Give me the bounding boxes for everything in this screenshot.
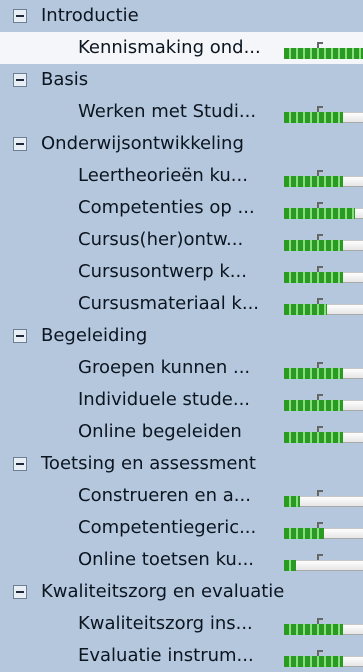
tree-item-label: Competenties op ... (78, 197, 255, 218)
progress-fill (284, 400, 344, 411)
tree-item-label: Construeren en a... (78, 485, 251, 506)
tree-item-row[interactable]: Individuele stude... (0, 384, 363, 416)
progress-fill (284, 240, 344, 251)
collapse-minus-icon[interactable] (13, 329, 27, 343)
tree-item-row[interactable]: Cursus(her)ontw... (0, 224, 363, 256)
tree-item-row[interactable]: Cursusontwerp k... (0, 256, 363, 288)
progress-marker-icon (317, 202, 323, 208)
progress-bar (284, 618, 363, 635)
tree-item-label: Cursusontwerp k... (78, 261, 247, 282)
tree-group-label: Basis (41, 69, 89, 90)
tree-item-row[interactable]: Kwaliteitszorg ins... (0, 608, 363, 640)
collapse-minus-icon[interactable] (13, 137, 27, 151)
tree-group-row[interactable]: Begeleiding (0, 320, 363, 352)
tree-group-row[interactable]: Kwaliteitszorg en evaluatie (0, 576, 363, 608)
tree-item-label: Cursus(her)ontw... (78, 229, 244, 250)
progress-marker-icon (317, 266, 323, 272)
tree-item-label: Individuele stude... (78, 389, 251, 410)
tree-item-row[interactable]: Competenties op ... (0, 192, 363, 224)
progress-fill (284, 272, 344, 283)
tree-item-row[interactable]: Construeren en a... (0, 480, 363, 512)
progress-fill (284, 656, 344, 667)
progress-fill (284, 432, 344, 443)
progress-bar (284, 202, 363, 219)
progress-marker-icon (317, 106, 323, 112)
progress-fill (284, 368, 344, 379)
progress-fill (284, 496, 300, 507)
tree-group-label: Onderwijsontwikkeling (41, 133, 244, 154)
progress-bar (284, 234, 363, 251)
course-tree: Introductie Kennismaking ond... Basis Werke… (0, 0, 363, 671)
progress-bar (284, 298, 363, 315)
tree-item-label: Competentiegeric... (78, 517, 257, 538)
tree-item-row[interactable]: Kennismaking ond... (0, 32, 363, 64)
collapse-minus-icon[interactable] (13, 585, 27, 599)
tree-item-row[interactable]: Groepen kunnen ... (0, 352, 363, 384)
tree-item-label: Leertheorieën ku... (78, 165, 248, 186)
progress-bar (284, 362, 363, 379)
progress-fill (284, 560, 296, 571)
progress-fill (284, 624, 344, 635)
tree-item-label: Kwaliteitszorg ins... (78, 613, 253, 634)
progress-bar (284, 170, 363, 187)
progress-bar (284, 266, 363, 283)
tree-group-row[interactable]: Toetsing en assessment (0, 448, 363, 480)
tree-item-row[interactable]: Werken met Studi... (0, 96, 363, 128)
tree-group-label: Introductie (41, 5, 139, 26)
tree-item-label: Online toetsen ku... (78, 549, 255, 570)
tree-item-label: Werken met Studi... (78, 101, 257, 122)
tree-group-label: Begeleiding (41, 325, 148, 346)
progress-marker-icon (317, 650, 323, 656)
tree-group-row[interactable]: Onderwijsontwikkeling (0, 128, 363, 160)
tree-item-row[interactable]: Competentiegeric... (0, 512, 363, 544)
progress-marker-icon (317, 362, 323, 368)
progress-fill (284, 208, 356, 219)
tree-item-label: Evaluatie instrum... (78, 645, 254, 666)
tree-item-row[interactable]: Leertheorieën ku... (0, 160, 363, 192)
collapse-minus-icon[interactable] (13, 9, 27, 23)
tree-item-label: Cursusmateriaal k... (78, 293, 260, 314)
progress-fill (284, 176, 344, 187)
progress-bar (284, 554, 363, 571)
tree-item-label: Online begeleiden (78, 421, 242, 442)
progress-marker-icon (317, 42, 323, 48)
progress-track (284, 560, 363, 571)
collapse-minus-icon[interactable] (13, 73, 27, 87)
tree-item-label: Groepen kunnen ... (78, 357, 251, 378)
progress-fill (284, 304, 328, 315)
tree-group-row[interactable]: Basis (0, 64, 363, 96)
progress-marker-icon (317, 426, 323, 432)
progress-marker-icon (317, 298, 323, 304)
progress-marker-icon (317, 170, 323, 176)
tree-item-row[interactable]: Online begeleiden (0, 416, 363, 448)
tree-group-label: Kwaliteitszorg en evaluatie (41, 581, 285, 602)
progress-bar (284, 490, 363, 507)
progress-bar (284, 42, 363, 59)
tree-group-label: Toetsing en assessment (41, 453, 256, 474)
collapse-minus-icon[interactable] (13, 457, 27, 471)
tree-item-label: Kennismaking ond... (78, 37, 261, 58)
tree-item-row[interactable]: Online toetsen ku... (0, 544, 363, 576)
progress-marker-icon (317, 522, 323, 528)
progress-marker-icon (317, 394, 323, 400)
progress-marker-icon (317, 490, 323, 496)
progress-bar (284, 650, 363, 667)
progress-marker-icon (317, 554, 323, 560)
progress-bar (284, 426, 363, 443)
progress-marker-icon (317, 234, 323, 240)
tree-group-row[interactable]: Introductie (0, 0, 363, 32)
tree-item-row[interactable]: Cursusmateriaal k... (0, 288, 363, 320)
progress-marker-icon (317, 618, 323, 624)
progress-fill (284, 112, 344, 123)
progress-bar (284, 394, 363, 411)
progress-bar (284, 522, 363, 539)
progress-bar (284, 106, 363, 123)
progress-fill (284, 48, 363, 59)
tree-item-row[interactable]: Evaluatie instrum... (0, 640, 363, 672)
progress-fill (284, 528, 324, 539)
